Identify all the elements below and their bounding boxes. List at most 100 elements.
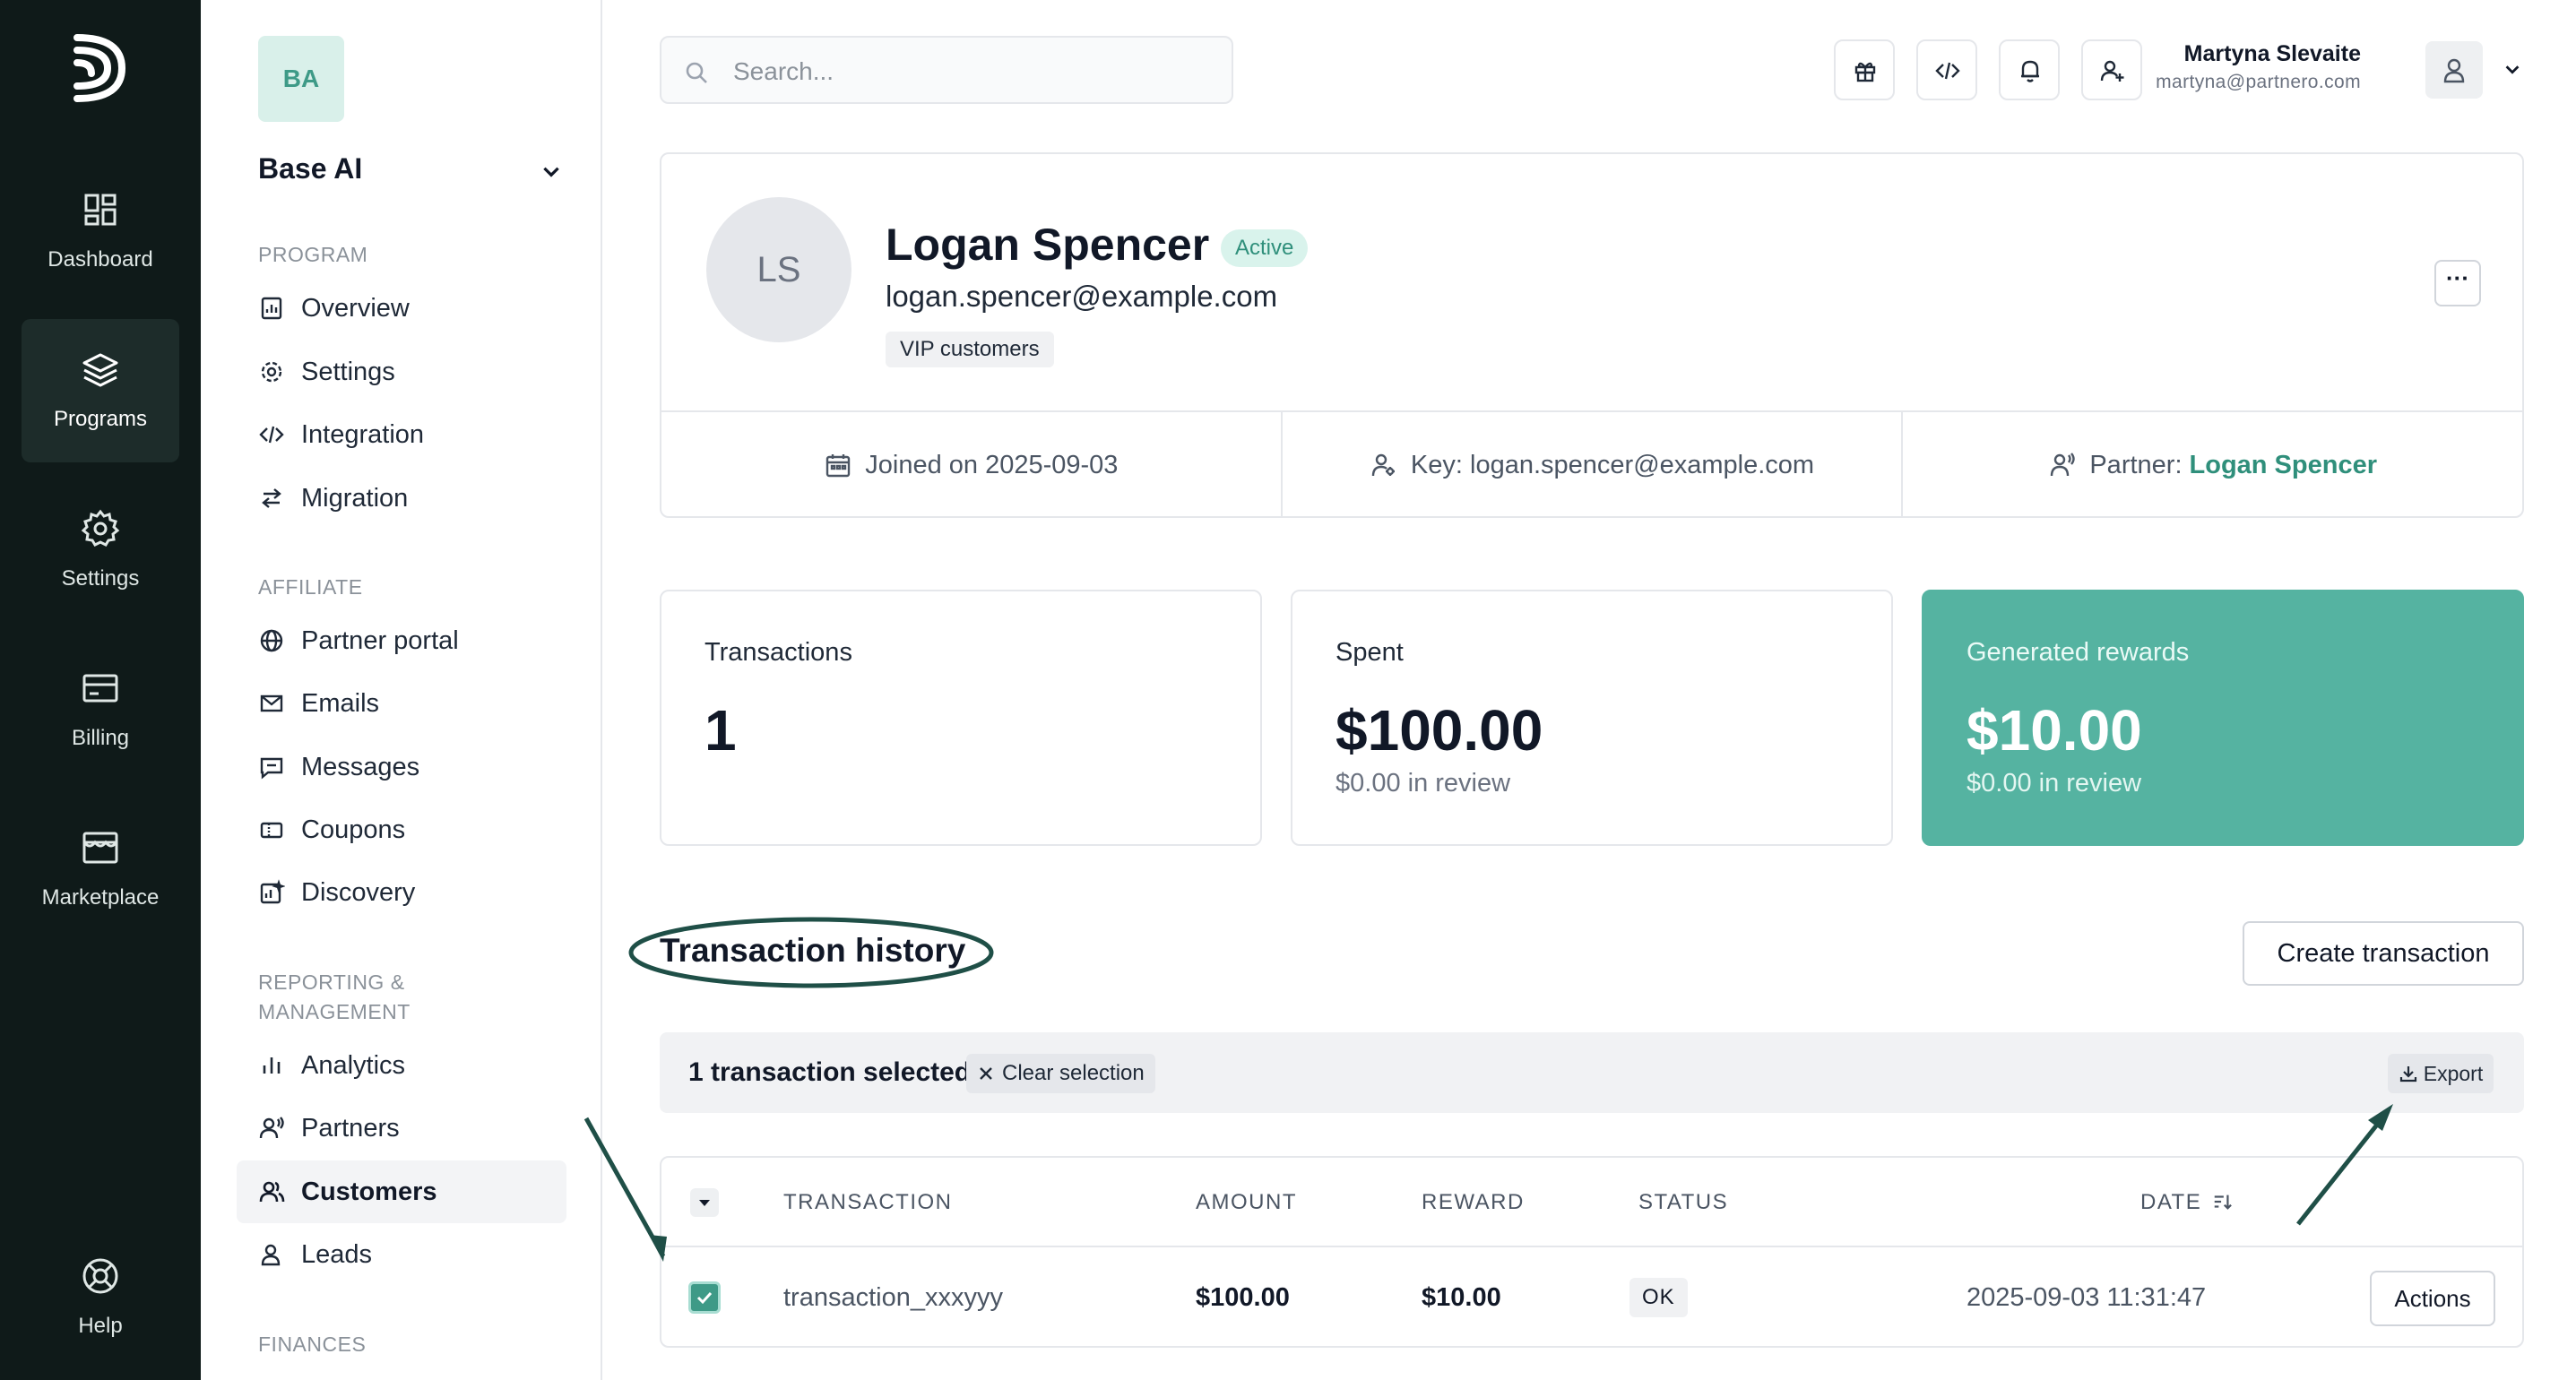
- rail-item-label: Programs: [53, 407, 148, 431]
- program-sidebar: BA Base AI PROGRAM Overview Settings Int…: [201, 0, 602, 1380]
- column-header-transaction[interactable]: TRANSACTION: [783, 1190, 953, 1215]
- sort-icon: [2215, 1195, 2233, 1210]
- sidebar-item-emails[interactable]: Emails: [237, 672, 566, 735]
- notifications-button[interactable]: [1999, 39, 2060, 100]
- embed-code-button[interactable]: [1916, 39, 1977, 100]
- section-label-program: PROGRAM: [258, 243, 368, 266]
- store-icon: [82, 832, 118, 864]
- rail-item-billing[interactable]: Billing: [22, 638, 179, 781]
- sidebar-item-partner-portal[interactable]: Partner portal: [237, 609, 566, 672]
- select-all-toggle[interactable]: [690, 1188, 719, 1217]
- sidebar-item-coupons[interactable]: Coupons: [237, 798, 566, 861]
- export-button[interactable]: Export: [2388, 1054, 2494, 1093]
- invite-user-button[interactable]: [2081, 39, 2142, 100]
- column-header-status[interactable]: STATUS: [1638, 1190, 1728, 1215]
- more-options-button[interactable]: ···: [2434, 260, 2481, 306]
- chevron-down-icon[interactable]: [540, 160, 563, 183]
- annotation-arrow-checkbox: [583, 1117, 667, 1262]
- sidebar-item-integration[interactable]: Integration: [237, 403, 566, 466]
- transaction-id[interactable]: transaction_xxxyyy: [783, 1283, 1003, 1313]
- stat-sub: $0.00 in review: [1336, 769, 1511, 798]
- billing-icon: [82, 674, 118, 703]
- sidebar-item-label: Overview: [301, 293, 410, 323]
- create-transaction-button[interactable]: Create transaction: [2243, 921, 2524, 986]
- add-user-icon: [2100, 60, 2124, 82]
- app-logo-icon[interactable]: [68, 32, 133, 104]
- status-badge: OK: [1629, 1278, 1688, 1317]
- rail-item-settings[interactable]: Settings: [22, 479, 179, 622]
- sidebar-item-discovery[interactable]: Discovery: [237, 861, 566, 924]
- clear-selection-button[interactable]: Clear selection: [966, 1054, 1155, 1093]
- global-search[interactable]: [660, 36, 1233, 104]
- partner-prefix: Partner:: [2089, 450, 2183, 479]
- sidebar-item-label: Emails: [301, 688, 380, 718]
- gift-icon: [1854, 62, 1876, 82]
- sidebar-item-label: Customers: [301, 1177, 437, 1206]
- rail-item-dashboard[interactable]: Dashboard: [22, 160, 179, 303]
- customer-profile-card: LS Logan Spencer Active logan.spencer@ex…: [660, 152, 2524, 518]
- sidebar-item-label: Migration: [301, 483, 409, 513]
- user-avatar[interactable]: [2425, 41, 2483, 99]
- stat-card-rewards: Generated rewards $10.00 $0.00 in review: [1922, 590, 2524, 846]
- chevron-down-icon[interactable]: [2503, 59, 2522, 79]
- partner-icon: [2051, 453, 2076, 477]
- rail-item-help[interactable]: Help: [22, 1226, 179, 1369]
- workspace-name[interactable]: Base AI: [258, 152, 362, 185]
- stat-sub: $0.00 in review: [1967, 769, 2142, 798]
- sidebar-item-customers[interactable]: Customers: [237, 1160, 566, 1223]
- stat-label: Spent: [1336, 638, 1404, 667]
- column-header-amount[interactable]: AMOUNT: [1196, 1190, 1297, 1215]
- column-header-date[interactable]: DATE: [2140, 1190, 2233, 1215]
- coupon-icon: [260, 822, 283, 839]
- stat-card-transactions: Transactions 1: [660, 590, 1262, 846]
- transaction-date: 2025-09-03 11:31:47: [1967, 1283, 2207, 1312]
- partner-link[interactable]: Logan Spencer: [2190, 451, 2378, 480]
- column-header-date-label: DATE: [2140, 1190, 2202, 1214]
- mail-icon: [260, 694, 283, 712]
- sidebar-item-leads[interactable]: Leads: [237, 1223, 566, 1286]
- dashboard-icon: [84, 194, 117, 226]
- bell-icon: [2021, 60, 2039, 82]
- globe-icon: [260, 629, 283, 652]
- partner-icon: [259, 1117, 284, 1139]
- rail-item-marketplace[interactable]: Marketplace: [22, 798, 179, 941]
- section-label-finances: FINANCES: [258, 1333, 367, 1356]
- row-checkbox[interactable]: [688, 1281, 721, 1314]
- rail-item-label: Billing: [71, 726, 130, 750]
- sidebar-item-label: Integration: [301, 419, 425, 449]
- sidebar-item-label: Partners: [301, 1113, 400, 1143]
- workspace-avatar: BA: [258, 36, 344, 122]
- row-actions-button[interactable]: Actions: [2370, 1271, 2495, 1326]
- caret-down-icon: [699, 1200, 710, 1206]
- rail-item-programs[interactable]: Programs: [22, 319, 179, 462]
- checkmark-icon: [696, 1291, 713, 1305]
- transactions-table: TRANSACTION AMOUNT REWARD STATUS DATE tr…: [660, 1156, 2524, 1348]
- sidebar-item-overview[interactable]: Overview: [237, 277, 566, 340]
- sidebar-item-label: Discovery: [301, 877, 416, 907]
- sidebar-item-label: Messages: [301, 752, 420, 781]
- sidebar-item-label: Coupons: [301, 815, 406, 844]
- sidebar-item-analytics[interactable]: Analytics: [237, 1034, 566, 1097]
- gift-button[interactable]: [1834, 39, 1895, 100]
- rail-item-label: Marketplace: [41, 885, 160, 910]
- key-text: Key: logan.spencer@example.com: [1410, 450, 1815, 479]
- code-icon: [1935, 62, 1960, 80]
- status-badge: Active: [1221, 229, 1309, 267]
- sidebar-item-migration[interactable]: Migration: [237, 467, 566, 530]
- section-label-reporting: REPORTING & MANAGEMENT: [258, 970, 411, 1023]
- selection-bar: 1 transaction selected. Clear selection …: [660, 1032, 2524, 1113]
- stat-value: $100.00: [1336, 698, 1543, 763]
- sidebar-item-label: Settings: [301, 357, 395, 386]
- clear-selection-label: Clear selection: [1002, 1061, 1145, 1085]
- app-rail: Dashboard Programs Settings Billing Mark…: [0, 0, 201, 1380]
- column-header-reward[interactable]: REWARD: [1422, 1190, 1525, 1215]
- customer-partner: Partner: Logan Spencer: [1903, 412, 2522, 518]
- sidebar-item-settings[interactable]: Settings: [237, 341, 566, 403]
- sidebar-item-partners[interactable]: Partners: [237, 1097, 566, 1160]
- sidebar-item-messages[interactable]: Messages: [237, 736, 566, 798]
- selection-count: 1 transaction selected.: [688, 1057, 979, 1087]
- bar-chart-icon: [263, 1057, 281, 1074]
- table-row[interactable]: transaction_xxxyyy $100.00 $10.00 OK 202…: [661, 1249, 2522, 1348]
- users-icon: [259, 1181, 285, 1203]
- search-input[interactable]: [733, 54, 1199, 90]
